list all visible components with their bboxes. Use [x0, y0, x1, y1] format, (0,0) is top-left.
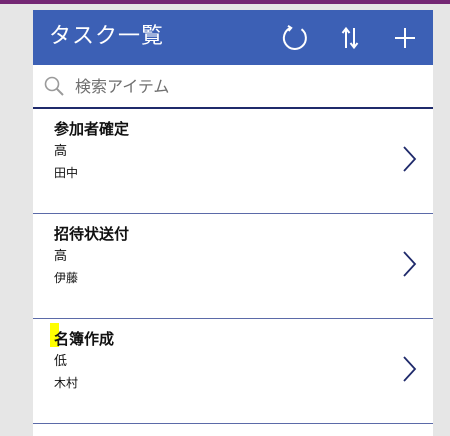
search-input[interactable] [75, 73, 415, 99]
task-list-screen: タスク一覧 検索アイテム 参加者確定 高 田中 招待状送付 高 伊藤 名簿作成 … [33, 10, 433, 436]
chevron-right-icon[interactable] [401, 145, 417, 173]
chevron-right-icon[interactable] [401, 355, 417, 383]
add-button[interactable] [390, 23, 420, 53]
refresh-icon [282, 24, 307, 50]
header-bar: タスク一覧 [33, 10, 433, 65]
sort-icon [341, 26, 359, 50]
add-icon [395, 28, 415, 48]
task-owner: 伊藤 [54, 271, 79, 285]
task-owner: 木村 [54, 376, 79, 390]
task-gallery: 参加者確定 高 田中 招待状送付 高 伊藤 名簿作成 低 木村 [33, 109, 433, 424]
refresh-button[interactable] [280, 23, 310, 53]
app-top-strip [0, 0, 450, 4]
task-title: 参加者確定 [54, 120, 130, 138]
task-owner: 田中 [54, 166, 79, 180]
list-item[interactable]: 招待状送付 高 伊藤 [33, 214, 433, 319]
task-priority: 高 [54, 249, 68, 264]
search-box [33, 65, 433, 109]
chevron-right-icon[interactable] [401, 250, 417, 278]
search-icon [44, 76, 64, 96]
task-title: 名簿作成 [54, 330, 115, 348]
task-priority: 高 [54, 144, 68, 159]
list-item[interactable]: 名簿作成 低 木村 [33, 319, 433, 424]
task-title: 招待状送付 [54, 225, 130, 243]
list-item[interactable]: 参加者確定 高 田中 [33, 109, 433, 214]
sort-button[interactable] [335, 23, 365, 53]
page-title: タスク一覧 [49, 24, 165, 49]
task-priority: 低 [54, 354, 68, 369]
